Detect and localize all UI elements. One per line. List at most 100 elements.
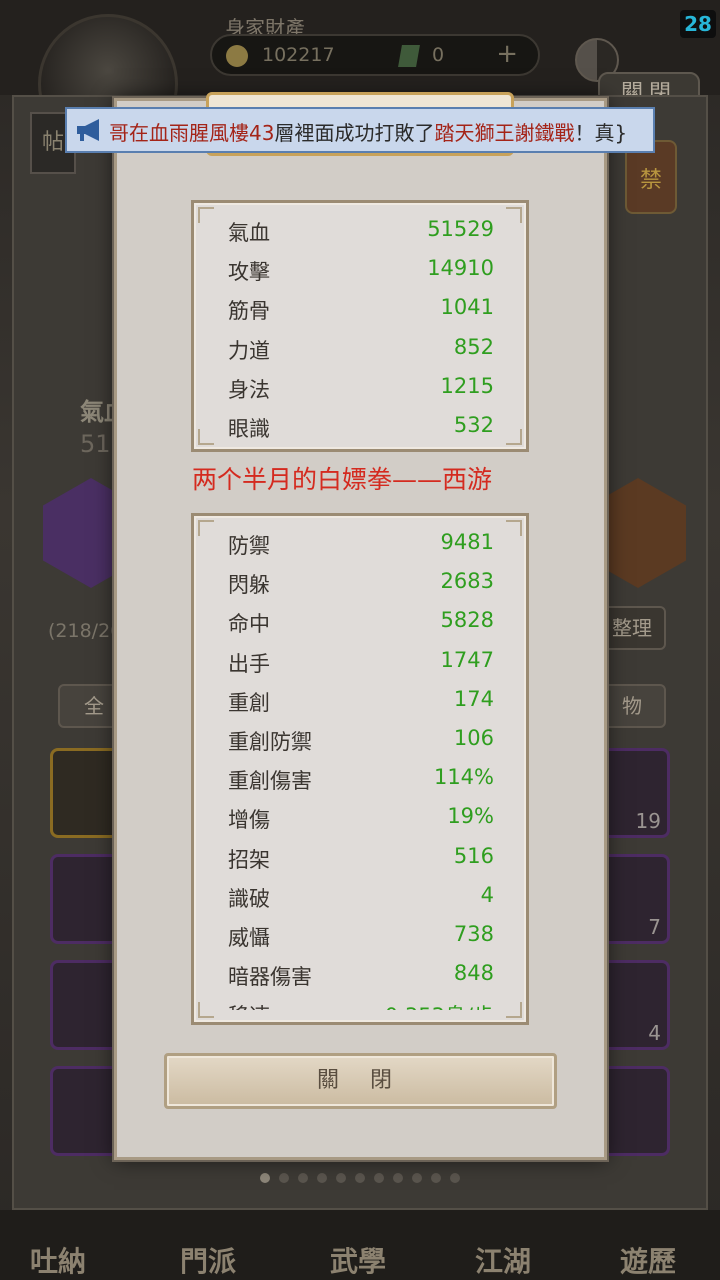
stat-label: 重創 (228, 690, 270, 715)
nav-tab-jianghu[interactable]: 江湖 (475, 1240, 531, 1280)
stat-row: 命中 5828 (228, 602, 494, 641)
nav-tab-martial-arts[interactable]: 武學 (330, 1240, 386, 1280)
broadcast-text-part: 層裡面成功打敗了 (274, 121, 435, 145)
stat-label: 重創傷害 (228, 769, 312, 794)
stat-value: 19% (447, 804, 494, 829)
stat-value: 9481 (440, 530, 494, 554)
nav-tab-breathing[interactable]: 吐納 (30, 1240, 86, 1280)
filter-items-tab[interactable]: 物 (598, 684, 666, 728)
stat-row: 重創防禦 106 (228, 720, 494, 759)
stat-label: 威懾 (228, 925, 270, 950)
stat-value: 51529 (427, 217, 494, 241)
megaphone-icon (77, 119, 99, 141)
stat-value: 114% (433, 765, 494, 790)
gem-amount: 0 (432, 44, 445, 66)
secondary-stats-list[interactable]: 防禦 9481 閃躲 2683 命中 5828 出手 1747 重創 174 重創防禦 106 重創傷害… (228, 524, 494, 1010)
secondary-stats-panel[interactable]: 防禦 9481 閃躲 2683 命中 5828 出手 1747 重創 174 重創防禦 106 重創傷害… (191, 513, 529, 1025)
background-stat-value: 51 (80, 430, 111, 458)
broadcast-text-part: 哥在血雨腥風樓 (109, 121, 249, 145)
stat-label: 氣血 (228, 221, 270, 245)
stat-value: 14910 (427, 256, 494, 281)
stat-label: 重創防禦 (228, 729, 312, 754)
stat-row: 閃躲 2683 (228, 563, 494, 602)
stat-row: 防禦 9481 (228, 524, 494, 563)
add-currency-button[interactable]: + (496, 39, 518, 69)
stat-label: 增傷 (228, 808, 270, 833)
broadcast-floor: 43 (249, 121, 275, 145)
stat-value: 848 (453, 961, 494, 986)
stat-label: 暗器傷害 (228, 965, 312, 990)
stat-label: 攻擊 (228, 260, 270, 285)
stat-value: 174 (453, 686, 494, 711)
stat-row: 重創 174 (228, 681, 494, 720)
nav-tab-travel[interactable]: 遊歷 (620, 1240, 676, 1280)
page-indicator (260, 1168, 469, 1187)
stat-label: 識破 (228, 886, 270, 911)
stat-label: 招架 (228, 847, 270, 872)
inventory-slot[interactable] (50, 1066, 124, 1156)
primary-stats-list: 氣血 51529 攻擊 14910 筋骨 1041 力道 852 身法 1215 眼識 532 (228, 211, 494, 446)
currency-bar: 102217 0 + (210, 34, 540, 76)
close-button[interactable]: 關 閉 (164, 1053, 557, 1109)
stat-label: 眼識 (228, 416, 270, 441)
stat-value: 5828 (440, 608, 494, 633)
status-counter-badge: 28 (680, 10, 716, 38)
stat-row: 增傷 19% (228, 798, 494, 837)
stat-label: 防禦 (228, 534, 270, 558)
stat-row: 暗器傷害 848 (228, 955, 494, 994)
stat-value: 4 (480, 882, 494, 907)
stat-row: 氣血 51529 (228, 211, 494, 250)
stat-value: 0.353息/步 (385, 1000, 494, 1010)
inventory-count: (218/26 (48, 620, 123, 642)
stat-value: 2683 (440, 569, 494, 594)
stat-value: 516 (453, 843, 494, 868)
slot-count: 4 (648, 1021, 661, 1045)
broadcast-text: 哥在血雨腥風樓43層裡面成功打敗了踏天獅王謝鐵戰！真} (109, 117, 627, 146)
slot-count: 19 (635, 809, 661, 833)
stat-value: 738 (453, 921, 494, 946)
broadcast-banner: 哥在血雨腥風樓43層裡面成功打敗了踏天獅王謝鐵戰！真} (65, 107, 655, 153)
nav-tab-sect[interactable]: 門派 (180, 1240, 236, 1280)
coin-icon (226, 45, 248, 67)
stat-row: 眼識 532 (228, 407, 494, 446)
coin-amount: 102217 (262, 44, 335, 66)
stat-row: 筋骨 1041 (228, 289, 494, 328)
primary-stats-panel: 氣血 51529 攻擊 14910 筋骨 1041 力道 852 身法 1215 眼識 532 (191, 200, 529, 452)
stat-row: 識破 4 (228, 877, 494, 916)
stat-row: 攻擊 14910 (228, 250, 494, 289)
stat-value: 1747 (440, 647, 494, 672)
inventory-slot[interactable] (50, 854, 124, 944)
game-screen: 身家財產 102217 0 + 關閉 28 帖 禁 氣血 51 (218/26 … (0, 0, 720, 1280)
stat-label: 出手 (228, 651, 270, 676)
inventory-slot[interactable]: 7 (596, 854, 670, 944)
stat-label: 閃躲 (228, 573, 270, 598)
broadcast-text-part: ！真 (574, 121, 615, 145)
stat-label: 筋骨 (228, 299, 270, 324)
inventory-slot[interactable] (50, 960, 124, 1050)
inventory-slot[interactable] (596, 1066, 670, 1156)
stat-value: 1041 (440, 295, 494, 320)
lantern-label: 禁 (640, 168, 663, 193)
stat-row: 招架 516 (228, 838, 494, 877)
gem-icon (398, 45, 420, 67)
stat-row: 重創傷害 114% (228, 759, 494, 798)
stat-row: 威懾 738 (228, 916, 494, 955)
sort-button[interactable]: 整理 (598, 606, 666, 650)
stat-value: 852 (453, 334, 494, 359)
inventory-slot[interactable]: 4 (596, 960, 670, 1050)
caption-text: 两个半月的白嫖拳——西游 (192, 465, 493, 494)
stat-row: 出手 1747 (228, 642, 494, 681)
broadcast-text-part: } (614, 121, 628, 145)
stat-row: 身法 1215 (228, 368, 494, 407)
stat-label: 力道 (228, 338, 270, 363)
broadcast-boss: 踏天獅王謝鐵戰 (434, 121, 575, 145)
stat-value: 532 (453, 412, 494, 437)
stat-row: 移速 0.353息/步 (228, 994, 494, 1010)
inventory-slot[interactable]: 19 (596, 748, 670, 838)
stat-label: 身法 (228, 377, 270, 402)
stat-label: 命中 (228, 612, 270, 637)
slot-count: 7 (648, 915, 661, 939)
stat-row: 力道 852 (228, 329, 494, 368)
stat-value: 1215 (440, 373, 494, 398)
inventory-slot[interactable] (50, 748, 124, 838)
